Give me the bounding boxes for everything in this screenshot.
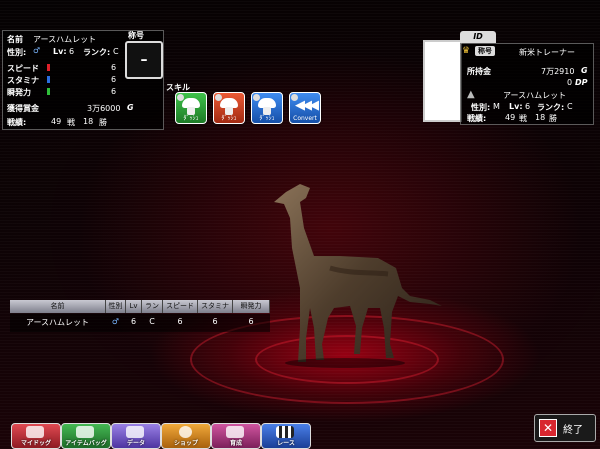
dp-value: 0 bbox=[567, 78, 573, 87]
greyhound-model bbox=[274, 184, 442, 368]
prize-unit: G bbox=[127, 103, 134, 112]
header-name: 名前 bbox=[10, 300, 106, 313]
shop-label: ショップ bbox=[173, 440, 198, 447]
header-sex: 性別 bbox=[106, 300, 126, 313]
coin-icon bbox=[179, 426, 192, 438]
money-unit: G bbox=[581, 66, 588, 75]
id-label: ID bbox=[473, 32, 483, 41]
race-button[interactable]: レース bbox=[261, 423, 311, 449]
dog-sex-label: 性別: bbox=[471, 103, 491, 112]
trainer-record-wins: 18 bbox=[535, 113, 546, 122]
cell-name: アースハムレット bbox=[25, 318, 90, 327]
stat-label: スタミナ bbox=[7, 76, 39, 85]
dog-level-label: Lv: bbox=[509, 102, 523, 111]
trainer-panel: ♛ 称号 新米トレーナー 所持金 7万2910 G 0 DP ▲ アースハムレッ… bbox=[460, 43, 594, 125]
dog-rank-label: ランク: bbox=[537, 103, 565, 112]
record-races-unit: 戦 bbox=[67, 118, 75, 127]
id-tab: ID bbox=[460, 31, 496, 43]
cell-speed: 6 bbox=[177, 317, 183, 326]
header-level: Lv bbox=[126, 300, 142, 313]
close-icon: ✕ bbox=[539, 419, 557, 437]
document-icon bbox=[126, 426, 144, 438]
trainer-record-races: 49 bbox=[505, 113, 516, 122]
training-icon bbox=[226, 426, 244, 438]
trainer-photo-frame bbox=[423, 40, 462, 122]
header-stamina: スタミナ bbox=[198, 300, 233, 313]
shop-button[interactable]: ショップ bbox=[161, 423, 211, 449]
dog-sex: M bbox=[493, 102, 500, 111]
dog-rank: C bbox=[567, 102, 573, 111]
record-races: 49 bbox=[51, 117, 62, 126]
chevron-skill-icon: ◀◀◀ bbox=[295, 98, 319, 113]
prize-value: 3万6000 bbox=[87, 104, 121, 113]
sex-label: 性別: bbox=[7, 48, 27, 57]
rank-value: C bbox=[113, 47, 119, 56]
header-rank: ランク bbox=[142, 300, 163, 323]
header-speed: スピード bbox=[163, 300, 198, 313]
level-label: Lv: bbox=[53, 47, 67, 56]
rank-label: ランク: bbox=[83, 48, 111, 57]
trainer-name: 新米トレーナー bbox=[519, 48, 575, 57]
skill-slot-2[interactable]: ﾀﾞｯｼｭ bbox=[213, 92, 245, 124]
stat-value: 6 bbox=[111, 75, 117, 84]
cell-stamina: 6 bbox=[212, 317, 218, 326]
skill-slot-4[interactable]: ◀◀◀ Convert bbox=[289, 92, 321, 124]
cell-level: 6 bbox=[130, 317, 137, 326]
title-value: – bbox=[140, 52, 148, 68]
my-dog-label: マイドッグ bbox=[20, 440, 51, 447]
race-label: レース bbox=[277, 440, 295, 447]
title-label: 称号 bbox=[128, 31, 144, 40]
skill-caption: ﾀﾞｯｼｭ bbox=[183, 115, 199, 122]
exit-label: 終了 bbox=[563, 425, 583, 436]
cell-burst: 6 bbox=[248, 317, 254, 326]
title-box[interactable]: – bbox=[125, 41, 163, 79]
checkered-flag-icon bbox=[276, 426, 294, 438]
cell-sex: ♂ bbox=[111, 317, 120, 326]
name-label: 名前 bbox=[7, 35, 23, 44]
crown-icon: ♛ bbox=[462, 46, 471, 56]
stat-label: スピード bbox=[7, 64, 39, 73]
item-bag-button[interactable]: アイテムバッグ bbox=[61, 423, 111, 449]
money-value: 7万2910 bbox=[541, 67, 575, 76]
prize-label: 獲得賞金 bbox=[7, 104, 39, 113]
level-value: 6 bbox=[69, 47, 75, 56]
trainer-title-badge: 称号 bbox=[475, 46, 495, 56]
dp-unit: DP bbox=[575, 78, 588, 87]
dog-head-icon: ▲ bbox=[467, 89, 475, 100]
trainer-record-races-unit: 戦 bbox=[519, 114, 527, 123]
my-dog-button[interactable]: マイドッグ bbox=[11, 423, 61, 449]
dog-level: 6 bbox=[525, 102, 531, 111]
data-button[interactable]: データ bbox=[111, 423, 161, 449]
record-wins: 18 bbox=[83, 117, 94, 126]
trainer-record-label: 戦績: bbox=[467, 114, 487, 123]
speed-bar bbox=[47, 64, 50, 71]
skill-slot-3[interactable]: ﾀﾞｯｼｭ bbox=[251, 92, 283, 124]
item-bag-label: アイテムバッグ bbox=[65, 440, 107, 447]
skill-caption: Convert bbox=[293, 115, 317, 122]
skill-slot-1[interactable]: ﾀﾞｯｼｭ bbox=[175, 92, 207, 124]
data-label: データ bbox=[126, 440, 145, 447]
trainer-dog-name: アースハムレット bbox=[503, 91, 567, 100]
stat-label: 瞬発力 bbox=[7, 88, 31, 97]
skill-caption: ﾀﾞｯｼｭ bbox=[259, 115, 275, 122]
exit-button[interactable]: ✕ 終了 bbox=[534, 414, 596, 442]
trainer-record-wins-unit: 勝 bbox=[549, 114, 557, 123]
cell-rank: C bbox=[149, 317, 155, 326]
stat-value: 6 bbox=[111, 87, 117, 96]
record-wins-unit: 勝 bbox=[99, 118, 107, 127]
burst-bar bbox=[47, 88, 50, 95]
skill-caption: ﾀﾞｯｼｭ bbox=[221, 115, 237, 122]
paw-icon bbox=[26, 426, 44, 438]
dog-name: アースハムレット bbox=[33, 35, 97, 44]
bag-icon bbox=[76, 426, 94, 438]
header-burst: 瞬発力 bbox=[233, 300, 270, 313]
stat-value: 6 bbox=[111, 63, 117, 72]
stamina-bar bbox=[47, 76, 50, 83]
money-label: 所持金 bbox=[467, 67, 491, 76]
training-button[interactable]: 育成 bbox=[211, 423, 261, 449]
record-label: 戦績: bbox=[7, 118, 27, 127]
sex-symbol: ♂ bbox=[33, 46, 41, 55]
training-label: 育成 bbox=[229, 440, 242, 447]
